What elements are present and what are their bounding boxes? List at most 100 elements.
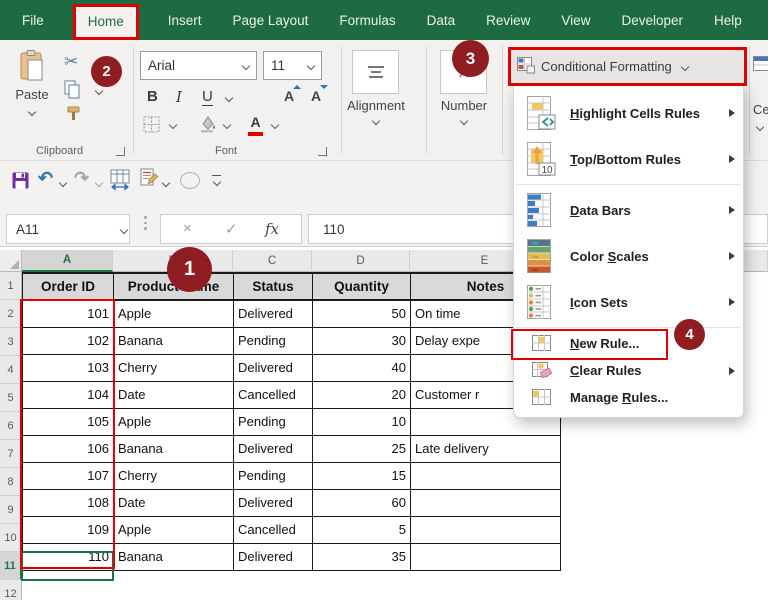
font-color-button[interactable]: A	[248, 114, 263, 136]
row-header-10[interactable]: 10	[0, 524, 22, 552]
row-header-7[interactable]: 7	[0, 440, 22, 468]
paste-chevron-icon[interactable]	[28, 108, 36, 116]
menu-item-icon-sets[interactable]: Icon Sets	[514, 279, 743, 325]
row-header-2[interactable]: 2	[0, 300, 22, 328]
table-cell[interactable]: Delivered	[234, 300, 313, 327]
table-cell[interactable]: Late delivery	[411, 435, 561, 462]
tab-page-layout[interactable]: Page Layout	[231, 13, 311, 40]
redo-chevron-icon[interactable]	[95, 179, 103, 187]
borders-icon[interactable]	[143, 116, 160, 138]
paste-button[interactable]: Paste	[10, 50, 54, 120]
fill-color-chevron-icon[interactable]	[223, 121, 231, 129]
menu-item-clear-rules[interactable]: Clear Rules	[514, 357, 743, 384]
table-cell[interactable]: Delivered	[234, 354, 313, 381]
name-box-chevron-icon[interactable]	[120, 226, 128, 234]
table-cell[interactable]: Pending	[234, 327, 313, 354]
copy-chevron-icon[interactable]	[95, 87, 103, 95]
menu-item-data-bars[interactable]: Data Bars	[514, 187, 743, 233]
table-cell[interactable]: Date	[114, 381, 234, 408]
table-cell[interactable]: Delivered	[234, 543, 313, 570]
table-cell[interactable]: Date	[114, 489, 234, 516]
cancel-icon[interactable]: ×	[183, 220, 192, 237]
column-header-C[interactable]: C	[233, 250, 312, 272]
table-cell[interactable]: Cancelled	[234, 516, 313, 543]
row-header-1[interactable]: 1	[0, 272, 22, 300]
italic-button[interactable]: I	[176, 88, 182, 106]
save-icon[interactable]	[12, 172, 29, 194]
column-header-A[interactable]: A	[22, 250, 113, 272]
table-cell[interactable]: Cancelled	[234, 381, 313, 408]
table-cell[interactable]: Apple	[114, 408, 234, 435]
table-cell[interactable]: 20	[313, 381, 411, 408]
bold-button[interactable]: B	[147, 88, 158, 105]
tab-view[interactable]: View	[559, 13, 592, 40]
table-cell[interactable]: 60	[313, 489, 411, 516]
copy-icon[interactable]	[64, 80, 81, 104]
font-size-chevron-icon[interactable]	[307, 62, 315, 70]
edit-document-chevron-icon[interactable]	[162, 179, 170, 187]
tab-data[interactable]: Data	[425, 13, 458, 40]
table-header-cell[interactable]: Order ID	[23, 273, 114, 300]
table-cell[interactable]: Pending	[234, 408, 313, 435]
name-box[interactable]: A11	[6, 214, 130, 244]
row-header-4[interactable]: 4	[0, 356, 22, 384]
font-color-chevron-icon[interactable]	[271, 121, 279, 129]
grow-font-button[interactable]: A	[284, 88, 294, 104]
select-all-corner[interactable]	[0, 250, 22, 272]
table-cell[interactable]: Apple	[114, 516, 234, 543]
alignment-icon[interactable]	[352, 50, 399, 94]
table-cell[interactable]: Banana	[114, 435, 234, 462]
font-name-combo[interactable]: Arial	[140, 51, 257, 80]
insert-function-icon[interactable]: fx	[265, 220, 279, 238]
table-cell[interactable]: 10	[313, 408, 411, 435]
row-header-11[interactable]: 11	[0, 552, 22, 580]
alignment-chevron-icon[interactable]	[372, 117, 380, 125]
table-cell[interactable]	[411, 543, 561, 570]
table-cell[interactable]: Pending	[234, 462, 313, 489]
table-cell[interactable]: Banana	[114, 327, 234, 354]
table-cell[interactable]: 15	[313, 462, 411, 489]
format-painter-icon[interactable]	[66, 106, 82, 127]
table-cell[interactable]: 40	[313, 354, 411, 381]
borders-chevron-icon[interactable]	[169, 121, 177, 129]
font-size-combo[interactable]: 11	[263, 51, 322, 80]
underline-button[interactable]: U	[202, 88, 213, 106]
undo-chevron-icon[interactable]	[59, 179, 67, 187]
view-side-by-side-icon[interactable]	[110, 169, 131, 196]
redo-icon[interactable]: ↷	[74, 168, 89, 189]
cell-styles-chevron-icon[interactable]	[756, 123, 764, 131]
row-header-8[interactable]: 8	[0, 468, 22, 496]
tab-review[interactable]: Review	[484, 13, 532, 40]
table-cell[interactable]: 50	[313, 300, 411, 327]
row-header-12[interactable]: 12	[0, 580, 22, 600]
menu-item-highlight-cells-rules[interactable]: Highlight Cells Rules	[514, 90, 743, 136]
table-cell[interactable]: Delivered	[234, 489, 313, 516]
menu-item-manage-rules[interactable]: Manage Rules...	[514, 384, 743, 411]
tab-developer[interactable]: Developer	[619, 13, 685, 40]
table-cell[interactable]: 25	[313, 435, 411, 462]
table-cell[interactable]: Cherry	[114, 354, 234, 381]
menu-item-color-scales[interactable]: Color Scales	[514, 233, 743, 279]
customize-toolbar-icon[interactable]	[212, 175, 221, 176]
table-header-cell[interactable]: Quantity	[313, 273, 411, 300]
row-header-3[interactable]: 3	[0, 328, 22, 356]
tab-formulas[interactable]: Formulas	[337, 13, 397, 40]
table-header-cell[interactable]: Status	[234, 273, 313, 300]
conditional-formatting-button[interactable]: Conditional Formatting	[508, 47, 747, 86]
clipboard-dialog-launcher-icon[interactable]	[116, 147, 125, 156]
table-cell[interactable]: Cherry	[114, 462, 234, 489]
number-chevron-icon[interactable]	[460, 117, 468, 125]
fill-color-icon[interactable]	[198, 114, 218, 138]
row-header-5[interactable]: 5	[0, 384, 22, 412]
table-cell[interactable]: Banana	[114, 543, 234, 570]
shrink-font-button[interactable]: A	[311, 88, 321, 104]
row-header-9[interactable]: 9	[0, 496, 22, 524]
table-cell[interactable]: 35	[313, 543, 411, 570]
table-cell[interactable]: Delivered	[234, 435, 313, 462]
formula-bar-splitter[interactable]	[144, 216, 147, 230]
menu-item-top-bottom-rules[interactable]: 10Top/Bottom Rules	[514, 136, 743, 182]
row-header-6[interactable]: 6	[0, 412, 22, 440]
undo-icon[interactable]: ↶	[38, 168, 53, 189]
underline-chevron-icon[interactable]	[225, 94, 233, 102]
customize-toolbar-chevron-icon[interactable]	[213, 178, 221, 186]
